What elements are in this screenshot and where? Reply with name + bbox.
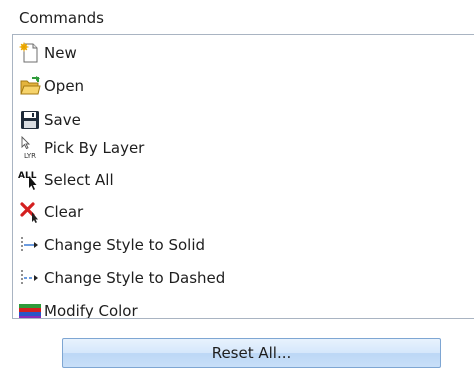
pick-by-layer-icon: LYR bbox=[17, 135, 43, 161]
select-all-icon: ALL bbox=[17, 167, 43, 193]
command-item-open[interactable]: Open bbox=[17, 73, 84, 99]
command-item-modify-color[interactable]: Modify Color bbox=[17, 298, 138, 319]
command-label: Change Style to Dashed bbox=[44, 269, 226, 287]
dashed-line-style-icon bbox=[17, 265, 43, 291]
command-item-pick-by-layer[interactable]: LYR Pick By Layer bbox=[17, 135, 144, 161]
clear-icon bbox=[17, 199, 43, 225]
command-item-change-style-solid[interactable]: Change Style to Solid bbox=[17, 232, 205, 258]
svg-text:LYR: LYR bbox=[24, 152, 36, 160]
svg-text:ALL: ALL bbox=[18, 171, 37, 181]
commands-list[interactable]: New Open Save LYR Pick By Layer ALL Sele… bbox=[12, 34, 474, 319]
command-label: Pick By Layer bbox=[44, 139, 145, 157]
command-label: Change Style to Solid bbox=[44, 236, 206, 254]
save-floppy-icon bbox=[17, 107, 43, 133]
new-document-icon bbox=[17, 40, 43, 66]
commands-heading: Commands bbox=[19, 9, 104, 27]
reset-all-button[interactable]: Reset All... bbox=[62, 338, 441, 368]
command-label: New bbox=[44, 44, 77, 62]
command-item-select-all[interactable]: ALL Select All bbox=[17, 167, 114, 193]
command-item-save[interactable]: Save bbox=[17, 107, 81, 133]
command-item-change-style-dashed[interactable]: Change Style to Dashed bbox=[17, 265, 225, 291]
command-label: Modify Color bbox=[44, 302, 138, 319]
open-folder-icon bbox=[17, 73, 43, 99]
command-label: Clear bbox=[44, 203, 84, 221]
solid-line-style-icon bbox=[17, 232, 43, 258]
command-item-clear[interactable]: Clear bbox=[17, 199, 83, 225]
command-label: Save bbox=[44, 111, 81, 129]
command-label: Open bbox=[44, 77, 85, 95]
modify-color-icon bbox=[17, 298, 43, 318]
command-item-new[interactable]: New bbox=[17, 40, 77, 66]
command-label: Select All bbox=[44, 171, 114, 189]
